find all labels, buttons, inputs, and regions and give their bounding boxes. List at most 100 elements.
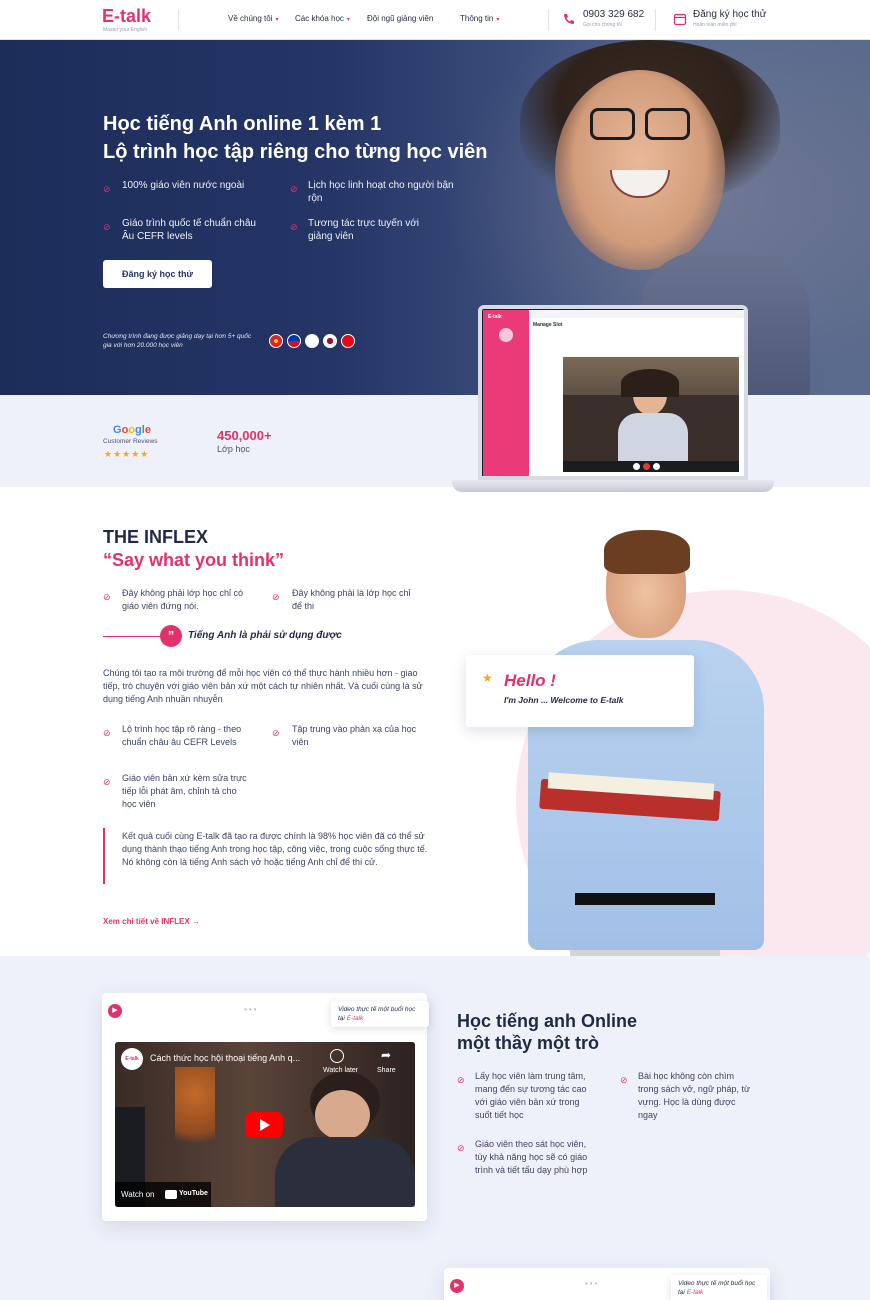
quote-icon: ” [160, 625, 182, 647]
inflex-paragraph: Chúng tôi tạo ra môi trường để mỗi học v… [103, 668, 423, 704]
nav-courses[interactable]: Các khóa học ▾ [295, 14, 350, 23]
hero-feature-4: Tương tác trực tuyến với giảng viên [308, 218, 419, 242]
mic-icon[interactable] [633, 463, 640, 470]
calendar-icon [673, 13, 687, 26]
inflex-quote: Tiếng Anh là phải sử dụng được [188, 630, 342, 641]
man-belt [575, 893, 715, 905]
check-icon: ⊘ [103, 184, 111, 194]
result-accent-bar [103, 828, 105, 884]
flag-turkey-icon [341, 334, 355, 348]
video-label-brand: E-talk [686, 1289, 704, 1296]
chevron-down-icon: ▾ [275, 17, 279, 23]
hero-feature-3: Giáo trình quốc tế chuẩn châu Âu CEFR le… [122, 218, 256, 242]
check-icon: ⊘ [290, 222, 298, 232]
inflex-detail-link[interactable]: Xem chi tiết về INFLEX → [103, 917, 200, 926]
youtube-icon: ▶ [108, 1004, 122, 1018]
glasses-icon [590, 108, 635, 140]
hero-title: Học tiếng Anh online 1 kèm 1 Lộ trình họ… [103, 110, 487, 166]
video-card-2-label: Video thực tế một buổi học tại E-talk [671, 1275, 767, 1300]
hero-trial-button[interactable]: Đăng ký học thử [103, 260, 212, 288]
phone-icon [564, 14, 574, 24]
header-divider [548, 9, 549, 31]
check-icon: ⊘ [457, 1075, 465, 1085]
landing-page: E-talk Master your English Về chúng tôi ▾… [0, 0, 870, 1300]
phone-sub: Gọi cho chúng tôi [583, 22, 622, 28]
nav-info[interactable]: Thông tin ▾ [460, 14, 499, 23]
window-dots-icon: ••• [585, 1279, 600, 1288]
hello-title: Hello ! [504, 671, 556, 690]
flag-philippines-icon [287, 334, 301, 348]
site-header: E-talk Master your English Về chúng tôi ▾… [0, 0, 870, 40]
hero-feature-2: Lịch học linh hoạt cho người bận rộn [308, 180, 454, 204]
check-icon: ⊘ [457, 1143, 465, 1153]
video-label-brand: E-talk [346, 1015, 364, 1022]
hero-feature-1: 100% giáo viên nước ngoài [122, 180, 245, 191]
inflex-point-3: Lộ trình học tập rõ ràng - theo chuẩn ch… [122, 724, 242, 747]
check-icon: ⊘ [272, 592, 280, 602]
nav-teachers[interactable]: Đội ngũ giảng viên [367, 14, 433, 23]
lesson-count-label: Lớp học [217, 444, 250, 454]
youtube-wordmark: YouTube [179, 1190, 208, 1197]
avatar [499, 328, 513, 342]
logo-tagline: Master your English [103, 27, 148, 33]
check-icon: ⊘ [620, 1075, 628, 1085]
check-icon: ⊘ [272, 728, 280, 738]
share-label[interactable]: Share [377, 1067, 396, 1074]
check-icon: ⊘ [103, 592, 111, 602]
share-icon[interactable]: ➦ [381, 1048, 391, 1062]
glasses-icon [645, 108, 690, 140]
hero-title-line1: Học tiếng Anh online 1 kèm 1 [103, 113, 382, 135]
lesson-count: 450,000+ [217, 428, 272, 443]
online-point-3: Giáo viên theo sát học viên, tùy khả năn… [475, 1139, 588, 1175]
hangup-icon[interactable] [643, 463, 650, 470]
trial-sub: Hoàn toàn miễn phí [693, 22, 737, 28]
hero-note: Chương trình đang được giảng dạy tại hơn… [103, 333, 252, 349]
video-title[interactable]: Cách thức học hội thoại tiếng Anh q... [150, 1053, 300, 1063]
site-logo[interactable]: E-talk [102, 6, 151, 27]
video-call-window [563, 357, 739, 472]
online-title-line1: Học tiếng anh Online [457, 1011, 638, 1031]
online-title: Học tiếng anh Online một thầy một trò [457, 1010, 637, 1054]
inflex-point-4: Tập trung vào phản xạ của học viên [292, 724, 417, 747]
check-icon: ⊘ [103, 777, 111, 787]
inflex-subtitle: “Say what you think” [103, 550, 285, 570]
nav-info-label: Thông tin [460, 14, 494, 23]
watch-later-label[interactable]: Watch later [323, 1067, 358, 1074]
phone-number[interactable]: 0903 329 682 [583, 9, 644, 20]
inflex-point-5: Giáo viên bản xứ kèm sửa trực tiếp lỗi p… [122, 773, 247, 809]
quote-divider [103, 636, 161, 637]
nav-teachers-label: Đội ngũ giảng viên [367, 14, 434, 23]
play-icon [260, 1119, 270, 1131]
check-icon: ⊘ [290, 184, 298, 194]
header-divider [655, 9, 656, 31]
hero-title-line2: Lộ trình học tập riêng cho từng học viên [103, 141, 488, 163]
youtube-player[interactable]: E-talk Cách thức học hội thoại tiếng Anh… [115, 1042, 415, 1207]
watch-on-youtube[interactable]: Watch on YouTube [115, 1182, 211, 1207]
chevron-down-icon: ▾ [496, 17, 500, 23]
watch-on-label: Watch on [121, 1190, 155, 1199]
google-logo: Google [113, 424, 151, 436]
chevron-down-icon: ▾ [346, 17, 350, 23]
clock-icon[interactable] [330, 1049, 344, 1063]
channel-avatar[interactable]: E-talk [121, 1048, 143, 1070]
online-point-2: Bài học không còn chìm trong sách vở, ng… [638, 1071, 751, 1120]
hello-card: ★ Hello ! I'm John ... Welcome to E-talk [466, 655, 694, 727]
google-reviews-label: Customer Reviews [103, 438, 158, 445]
inflex-result: Kết quả cuối cùng E-talk đã tạo ra được … [122, 831, 428, 867]
laptop-base [452, 480, 774, 492]
flag-vietnam-icon [269, 334, 283, 348]
play-button[interactable] [245, 1112, 283, 1138]
hello-subtitle: I'm John ... Welcome to E-talk [504, 695, 624, 705]
nav-about[interactable]: Về chúng tôi ▾ [228, 14, 279, 23]
nav-courses-label: Các khóa học [295, 14, 344, 23]
check-icon: ⊘ [103, 728, 111, 738]
trial-link[interactable]: Đăng ký học thử [693, 9, 766, 20]
online-title-line2: một thầy một trò [457, 1033, 599, 1053]
flag-japan-icon [323, 334, 337, 348]
window-dots-icon: ••• [244, 1005, 259, 1014]
app-page-title: Manage Slot [533, 322, 563, 328]
online-point-1: Lấy học viên làm trung tâm, mang đến sự … [475, 1071, 587, 1120]
camera-icon[interactable] [653, 463, 660, 470]
header-divider [178, 9, 179, 31]
video-card-label: Video thực tế một buổi học tại E-talk [331, 1001, 429, 1027]
